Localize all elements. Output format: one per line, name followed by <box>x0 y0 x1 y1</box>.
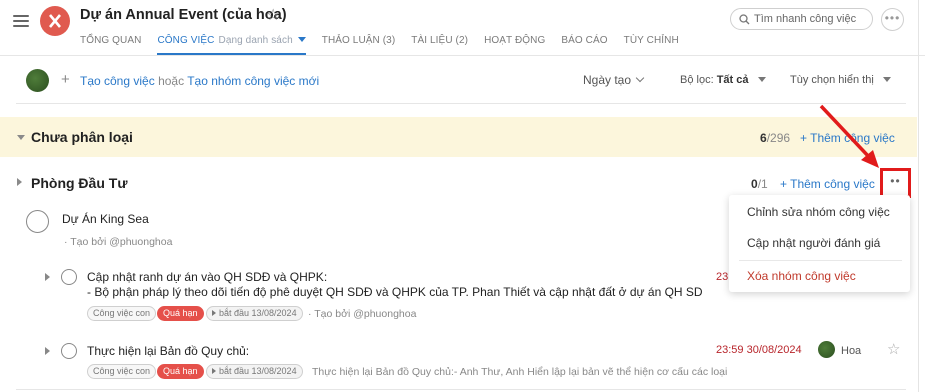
tab-overview[interactable]: TỔNG QUAN <box>80 35 141 55</box>
star-icon[interactable]: ☆ <box>887 340 900 358</box>
start-date-badge: bắt đầu 13/08/2024 <box>206 306 303 321</box>
chevron-down-icon[interactable] <box>297 37 306 42</box>
search-icon <box>739 14 750 25</box>
overdue-badge: Quá hạn <box>157 364 204 379</box>
task-meta: · Tạo bởi @phuonghoa <box>64 236 173 248</box>
tab-tasks-view: Dạng danh sách <box>218 35 293 46</box>
task-description: - Bộ phận pháp lý theo dõi tiến độ phê d… <box>87 285 703 299</box>
menu-divider <box>739 260 902 261</box>
divider <box>16 103 906 104</box>
expand-caret-icon[interactable] <box>45 347 50 355</box>
panel-divider <box>918 0 919 392</box>
expand-caret-icon[interactable] <box>17 178 22 186</box>
create-task-link[interactable]: Tạo công việc <box>80 74 155 88</box>
favorite-star-icon[interactable]: ☆ <box>266 5 280 25</box>
search-placeholder: Tìm nhanh công việc <box>754 13 857 25</box>
plus-icon[interactable]: + <box>61 71 70 88</box>
or-text: hoặc <box>158 74 185 88</box>
menu-item-edit-group[interactable]: Chỉnh sửa nhóm công việc <box>747 205 890 219</box>
sort-dropdown[interactable]: Ngày tạo <box>583 73 645 87</box>
subtask-badge: Công việc con <box>87 306 157 321</box>
tab-activity[interactable]: HOẠT ĐỘNG <box>484 35 545 55</box>
display-options-dropdown[interactable]: Tùy chọn hiển thị <box>790 74 891 86</box>
menu-item-update-reviewer[interactable]: Cập nhật người đánh giá <box>747 236 880 250</box>
task-group-investment[interactable]: Phòng Đầu Tư 0/1 + Thêm công việc <box>0 168 917 198</box>
task-complete-checkbox[interactable] <box>61 343 77 359</box>
overdue-badge: Quá hạn <box>157 306 204 321</box>
subtask-badge: Công việc con <box>87 364 157 379</box>
avatar <box>818 341 835 358</box>
project-logo <box>40 6 70 36</box>
tab-reports[interactable]: BÁO CÁO <box>561 35 607 55</box>
avatar[interactable] <box>26 69 49 92</box>
task-meta: Thực hiện lại Bản đồ Quy chủ:- Anh Thư, … <box>312 366 728 378</box>
chevron-down-icon <box>635 73 645 83</box>
task-title[interactable]: Thực hiện lại Bản đồ Quy chủ: <box>87 344 249 358</box>
create-group-link[interactable]: Tạo nhóm công việc mới <box>187 74 319 88</box>
task-complete-checkbox[interactable] <box>26 210 49 233</box>
filter-dropdown[interactable]: Bộ lọc: Tất cả <box>680 74 766 86</box>
owner-name: Hoa <box>841 345 862 357</box>
divider <box>16 389 906 390</box>
app-header: Dự án Annual Event (của hoa) ☆ TỔNG QUAN… <box>0 0 925 56</box>
tab-discussion[interactable]: THẢO LUẬN (3) <box>322 35 396 55</box>
menu-icon[interactable] <box>13 15 29 29</box>
caret-down-icon <box>882 77 891 82</box>
expand-caret-icon[interactable] <box>45 273 50 281</box>
project-tabs: TỔNG QUAN CÔNG VIỆC Dạng danh sách THẢO L… <box>80 35 695 55</box>
task-group-uncategorized[interactable]: Chưa phân loại 6/296 + Thêm công việc <box>0 117 917 157</box>
group-count: 6/296 <box>760 131 791 145</box>
menu-item-delete-group[interactable]: Xóa nhóm công việc <box>747 269 856 283</box>
annotation-arrow-icon <box>819 104 879 168</box>
task-toolbar: + Tạo công việc hoặc Tạo nhóm công việc … <box>16 57 906 103</box>
task-complete-checkbox[interactable] <box>61 269 77 285</box>
deadline: 23:59 30/08/2024 <box>716 344 802 356</box>
group-title: Chưa phân loại <box>31 129 133 145</box>
add-task-button[interactable]: + Thêm công việc <box>780 177 875 191</box>
tab-documents[interactable]: TÀI LIỆU (2) <box>411 35 468 55</box>
group-options-menu: Chỉnh sửa nhóm công việc Cập nhật người … <box>729 195 910 292</box>
caret-down-icon <box>757 77 766 82</box>
group-title: Phòng Đầu Tư <box>31 175 128 191</box>
search-input[interactable]: Tìm nhanh công việc <box>730 8 873 30</box>
create-actions: Tạo công việc hoặc Tạo nhóm công việc mớ… <box>80 74 319 88</box>
project-title: Dự án Annual Event (của hoa) <box>80 7 287 23</box>
tab-tasks[interactable]: CÔNG VIỆC Dạng danh sách <box>157 35 307 55</box>
task-title[interactable]: Dự Án King Sea <box>62 212 149 226</box>
collapse-caret-icon[interactable] <box>17 135 25 140</box>
deadline: 23 <box>716 271 729 283</box>
group-count: 0/1 <box>751 177 768 191</box>
task-title[interactable]: Cập nhật ranh dự án vào QH SDĐ và QHPK: <box>87 270 327 284</box>
task-meta: · Tạo bởi @phuonghoa <box>308 308 417 320</box>
more-options-button[interactable]: ••• <box>881 8 904 31</box>
tab-customize[interactable]: TÙY CHỈNH <box>624 35 679 55</box>
start-date-badge: bắt đầu 13/08/2024 <box>206 364 303 379</box>
